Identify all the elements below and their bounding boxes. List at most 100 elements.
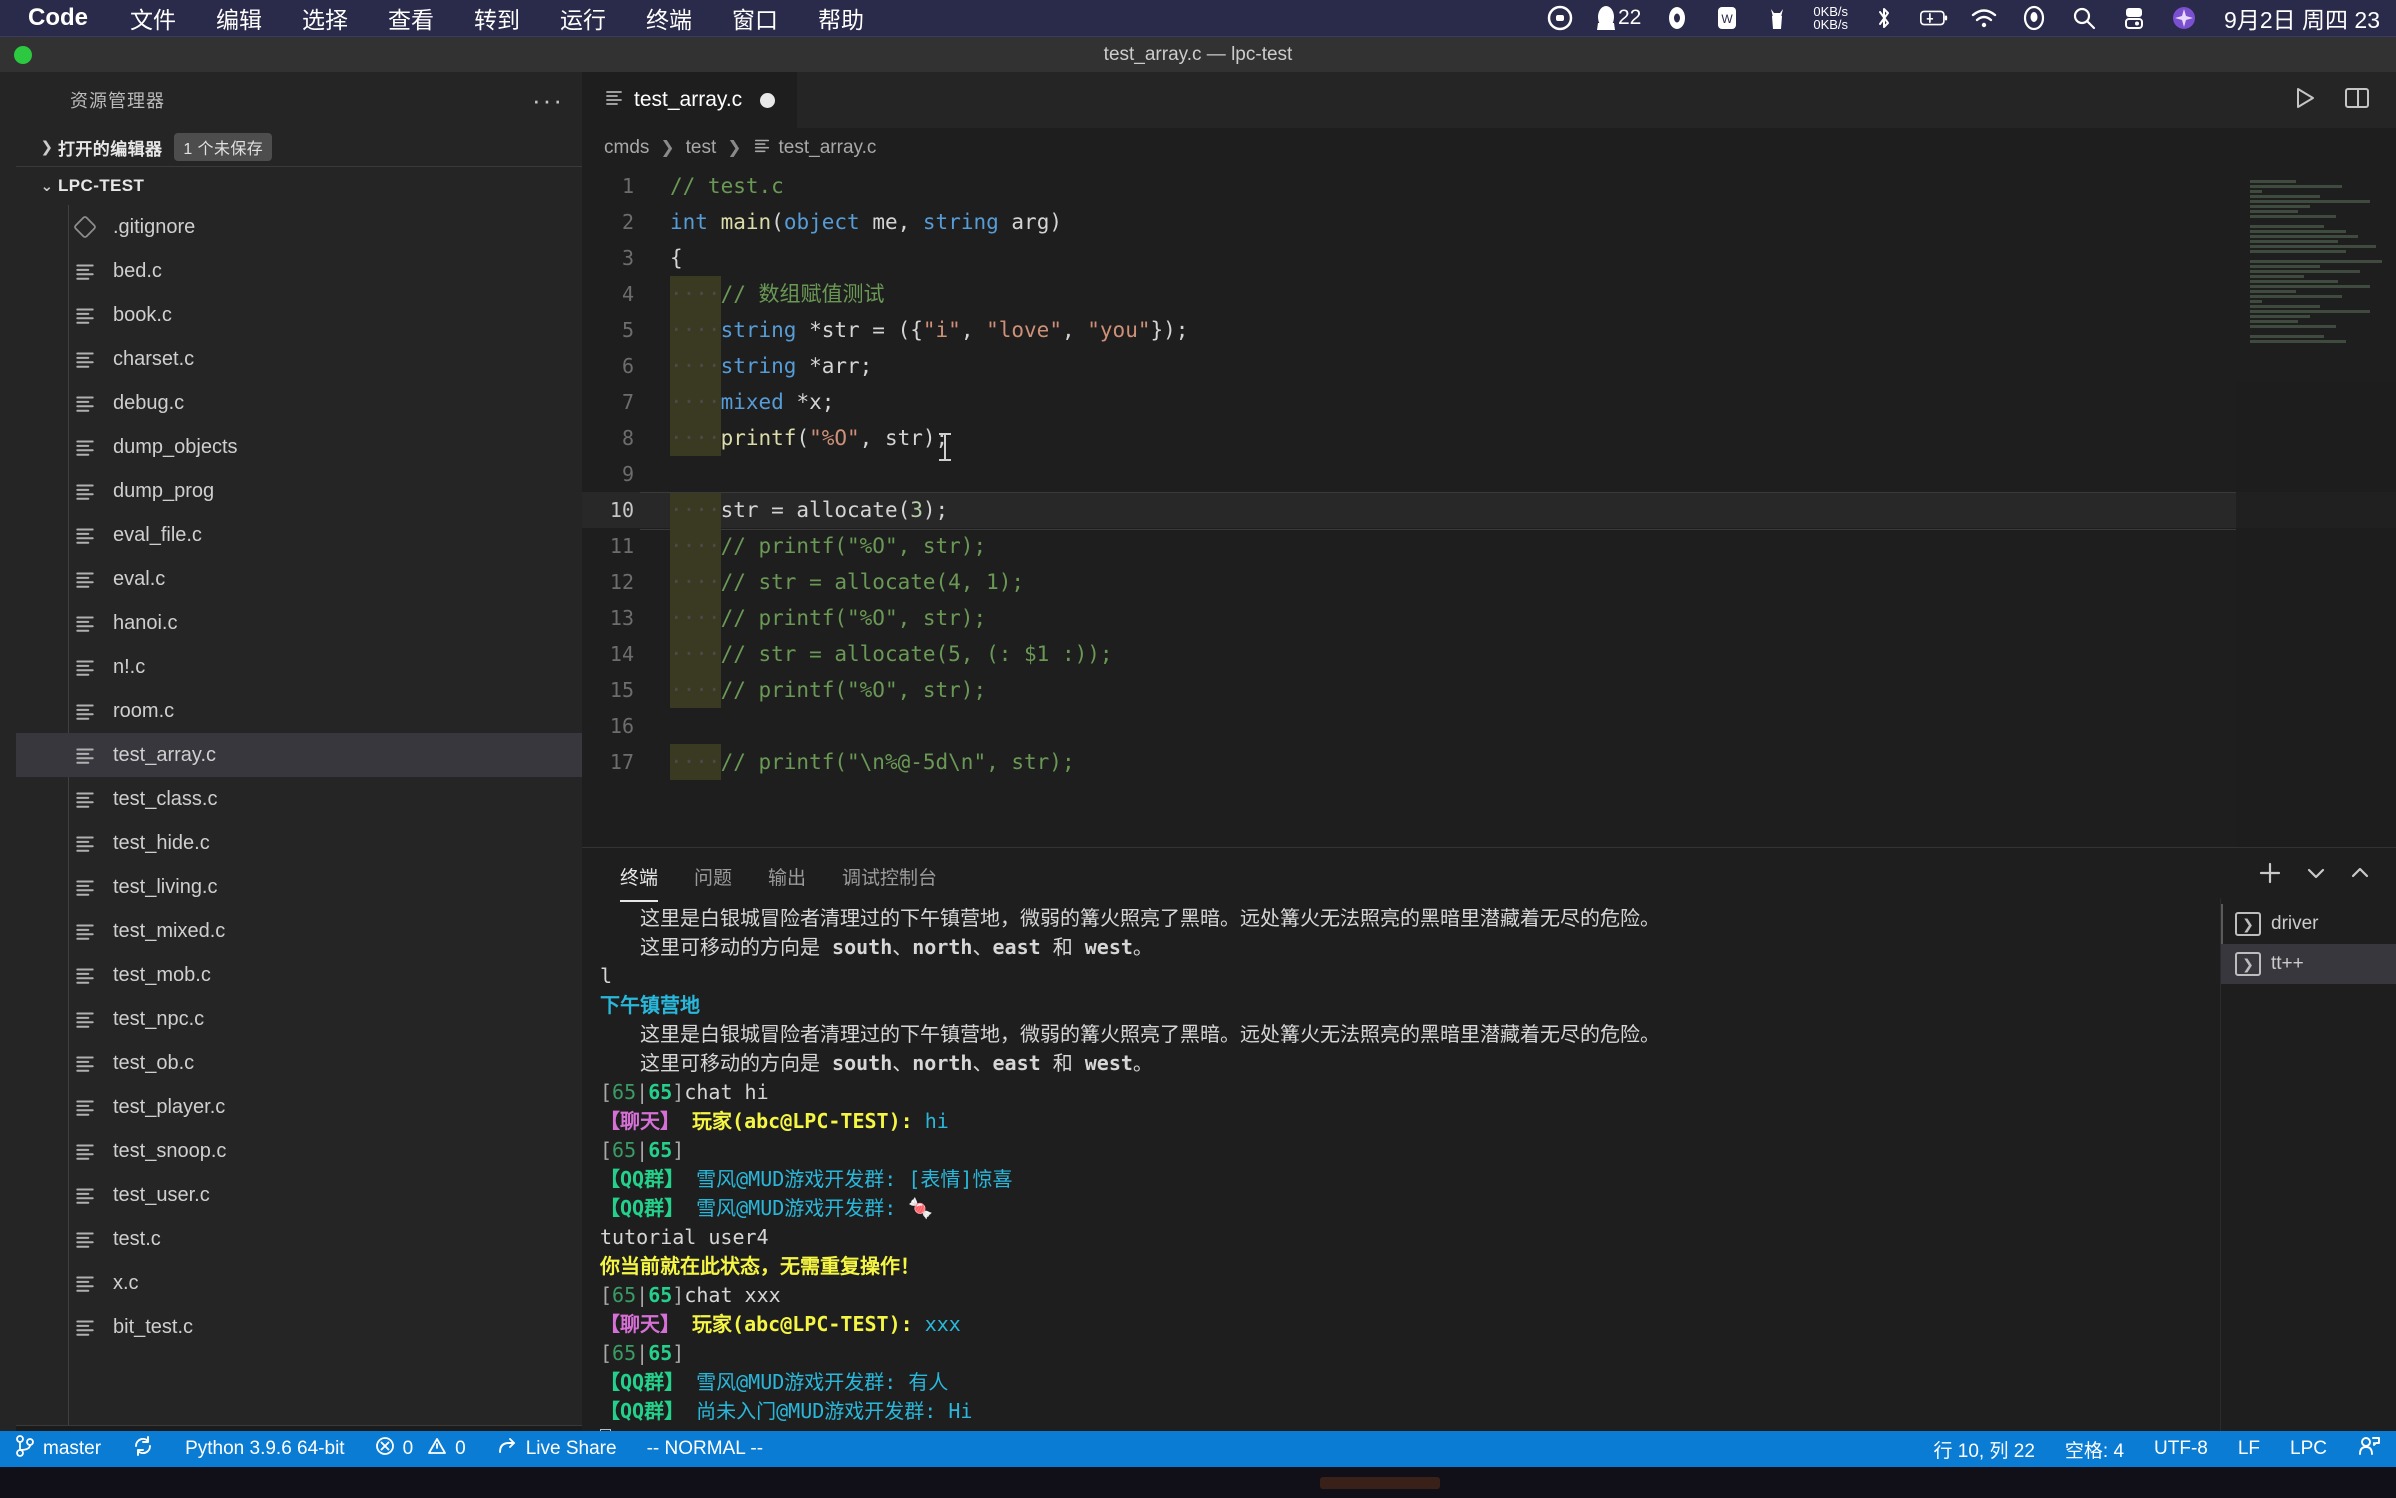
status-eol[interactable]: LF — [2223, 1431, 2275, 1467]
section-open-editors[interactable]: ❯ 打开的编辑器 1 个未保存 — [16, 128, 582, 166]
file-tree-item[interactable]: bed.c — [16, 249, 582, 293]
code-line[interactable]: 15····// printf("%O", str); — [582, 672, 2396, 708]
search-icon[interactable] — [2070, 4, 2098, 32]
status-encoding[interactable]: UTF-8 — [2139, 1431, 2223, 1467]
run-file-icon[interactable] — [2292, 85, 2318, 116]
code-line[interactable]: 11····// printf("%O", str); — [582, 528, 2396, 564]
terminal-output[interactable]: 这里是白银城冒险者清理过的下午镇营地，微弱的篝火照亮了黑暗。远处篝火无法照亮的黑… — [582, 898, 2220, 1467]
file-tree-item[interactable]: test_user.c — [16, 1173, 582, 1217]
file-tree-item[interactable]: test_snoop.c — [16, 1129, 582, 1173]
breadcrumb-item-cmds[interactable]: cmds — [604, 137, 649, 159]
file-tree-item[interactable]: test_living.c — [16, 865, 582, 909]
code-line[interactable]: 17····// printf("\n%@-5d\n", str); — [582, 744, 2396, 780]
tab-problems[interactable]: 问题 — [676, 863, 750, 898]
code-line[interactable]: 7····mixed *x; — [582, 384, 2396, 420]
code-line[interactable]: 1// test.c — [582, 168, 2396, 204]
explorer-more-actions-icon[interactable]: ··· — [532, 95, 564, 105]
menu-item-file[interactable]: 文件 — [110, 1, 196, 35]
record-icon[interactable] — [1546, 4, 1574, 32]
menu-datetime[interactable]: 9月2日 周四 23 — [2220, 1, 2380, 35]
file-tree-item[interactable]: charset.c — [16, 337, 582, 381]
tab-test-array-c[interactable]: test_array.c — [582, 72, 797, 128]
file-tree-item[interactable]: test_ob.c — [16, 1041, 582, 1085]
user-account-icon[interactable] — [2020, 4, 2048, 32]
file-tree-item[interactable]: bit_test.c — [16, 1305, 582, 1349]
code-line[interactable]: 3{ — [582, 240, 2396, 276]
file-tree-item[interactable]: test.c — [16, 1217, 582, 1261]
status-python-version[interactable]: Python 3.9.6 64-bit — [170, 1431, 360, 1467]
file-tree-item[interactable]: eval.c — [16, 557, 582, 601]
menu-item-selection[interactable]: 选择 — [282, 1, 368, 35]
minimap[interactable] — [2236, 168, 2396, 847]
status-live-share[interactable]: Live Share — [481, 1431, 632, 1467]
file-tree-item[interactable]: n!.c — [16, 645, 582, 689]
chevron-down-icon[interactable] — [2304, 861, 2328, 890]
status-indentation[interactable]: 空格: 4 — [2050, 1431, 2139, 1467]
file-tree-item[interactable]: dump_objects — [16, 425, 582, 469]
tab-output[interactable]: 输出 — [750, 863, 824, 898]
split-editor-icon[interactable] — [2344, 85, 2370, 116]
maximize-panel-icon[interactable] — [2348, 861, 2372, 890]
code-line[interactable]: 4····// 数组赋值测试 — [582, 276, 2396, 312]
code-line[interactable]: 9 — [582, 456, 2396, 492]
file-tree-item[interactable]: test_player.c — [16, 1085, 582, 1129]
new-terminal-icon[interactable] — [2256, 859, 2284, 892]
code-line[interactable]: 10····str = allocate(3); — [582, 492, 2396, 528]
tab-terminal[interactable]: 终端 — [602, 863, 676, 898]
file-tree-item[interactable]: test_class.c — [16, 777, 582, 821]
code-line[interactable]: 6····string *arr; — [582, 348, 2396, 384]
battery-icon[interactable] — [1920, 4, 1948, 32]
status-language-mode[interactable]: LPC — [2275, 1431, 2342, 1467]
network-speed-indicator[interactable]: 0KB/s 0KB/s — [1813, 5, 1848, 31]
status-problems[interactable]: 0 0 — [360, 1431, 481, 1467]
code-line[interactable]: 14····// str = allocate(5, (: $1 :)); — [582, 636, 2396, 672]
code-line[interactable]: 5····string *str = ({"i", "love", "you"}… — [582, 312, 2396, 348]
tab-debug-console[interactable]: 调试控制台 — [824, 863, 955, 898]
code-line[interactable]: 2int main(object me, string arg) — [582, 204, 2396, 240]
file-tree-item[interactable]: test_mob.c — [16, 953, 582, 997]
control-center-icon[interactable] — [2120, 4, 2148, 32]
breadcrumb-item-test[interactable]: test — [686, 137, 717, 159]
section-project-root[interactable]: ⌄ LPC-TEST — [16, 167, 582, 205]
menu-item-terminal[interactable]: 终端 — [626, 1, 712, 35]
bluetooth-icon[interactable] — [1870, 4, 1898, 32]
menu-item-window[interactable]: 窗口 — [712, 1, 798, 35]
file-tree-item[interactable]: x.c — [16, 1261, 582, 1305]
menu-item-edit[interactable]: 编辑 — [196, 1, 282, 35]
status-sync[interactable] — [116, 1431, 170, 1467]
code-line[interactable]: 16 — [582, 708, 2396, 744]
file-tree-item[interactable]: .gitignore — [16, 205, 582, 249]
file-tree-item[interactable]: eval_file.c — [16, 513, 582, 557]
menu-app-name[interactable]: Code — [0, 4, 110, 32]
status-cursor-position[interactable]: 行 10, 列 22 — [1919, 1431, 2050, 1467]
code-editor[interactable]: 1// test.c2int main(object me, string ar… — [582, 168, 2396, 847]
code-line[interactable]: 13····// printf("%O", str); — [582, 600, 2396, 636]
dropbox-icon[interactable] — [1663, 4, 1691, 32]
siri-icon[interactable] — [2170, 4, 2198, 32]
menu-item-view[interactable]: 查看 — [368, 1, 454, 35]
code-line[interactable]: 12····// str = allocate(4, 1); — [582, 564, 2396, 600]
file-tree-item[interactable]: test_array.c — [16, 733, 582, 777]
file-tree-item[interactable]: room.c — [16, 689, 582, 733]
unsaved-indicator-icon[interactable] — [760, 93, 775, 108]
code-line[interactable]: 8····printf("%O", str); — [582, 420, 2396, 456]
file-tree-item[interactable]: test_mixed.c — [16, 909, 582, 953]
status-feedback[interactable] — [2342, 1431, 2396, 1467]
file-tree-item[interactable]: hanoi.c — [16, 601, 582, 645]
menu-item-help[interactable]: 帮助 — [798, 1, 884, 35]
wps-icon[interactable]: W — [1713, 4, 1741, 32]
qq-penguin-icon[interactable]: 22 — [1596, 4, 1641, 32]
terminal-session-driver[interactable]: ❯ driver — [2221, 904, 2396, 944]
menu-item-go[interactable]: 转到 — [454, 1, 540, 35]
cat-icon[interactable] — [1763, 4, 1791, 32]
file-tree-item[interactable]: test_hide.c — [16, 821, 582, 865]
file-tree-item[interactable]: book.c — [16, 293, 582, 337]
breadcrumb-item-file[interactable]: test_array.c — [779, 137, 877, 159]
wifi-icon[interactable] — [1970, 4, 1998, 32]
file-tree-item[interactable]: dump_prog — [16, 469, 582, 513]
file-tree-item[interactable]: debug.c — [16, 381, 582, 425]
window-zoom-button[interactable] — [14, 46, 32, 64]
file-tree-item[interactable]: test_npc.c — [16, 997, 582, 1041]
terminal-session-ttpp[interactable]: ❯ tt++ — [2221, 944, 2396, 984]
menu-item-run[interactable]: 运行 — [540, 1, 626, 35]
